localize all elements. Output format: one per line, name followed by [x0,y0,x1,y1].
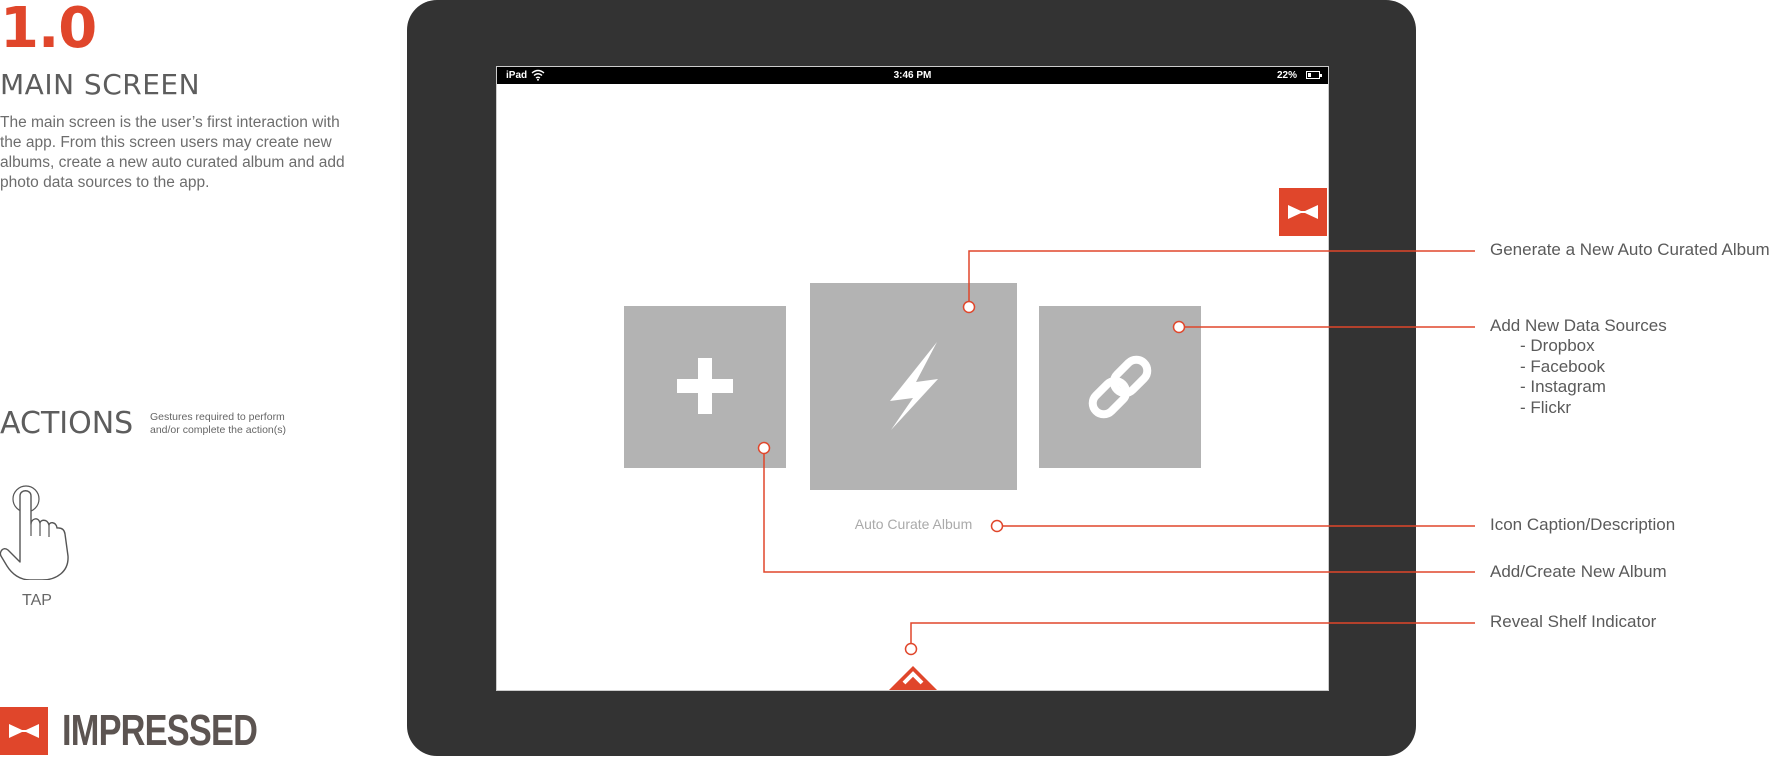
list-item: - Dropbox [1520,336,1595,355]
callout-add-album: Add/Create New Album [1490,562,1667,581]
list-item: - Instagram [1520,377,1606,396]
list-item: - Flickr [1520,397,1571,417]
data-sources-list: - Dropbox - Facebook - Instagram - Flick… [1520,336,1606,418]
callout-icon-caption: Icon Caption/Description [1490,515,1676,534]
list-item: - Facebook [1520,356,1606,376]
callout-data-sources: Add New Data Sources [1490,316,1667,335]
callout-lines [757,250,1475,656]
callout-generate-album: Generate a New Auto Curated Album [1490,240,1770,259]
callout-reveal-shelf: Reveal Shelf Indicator [1490,612,1657,631]
